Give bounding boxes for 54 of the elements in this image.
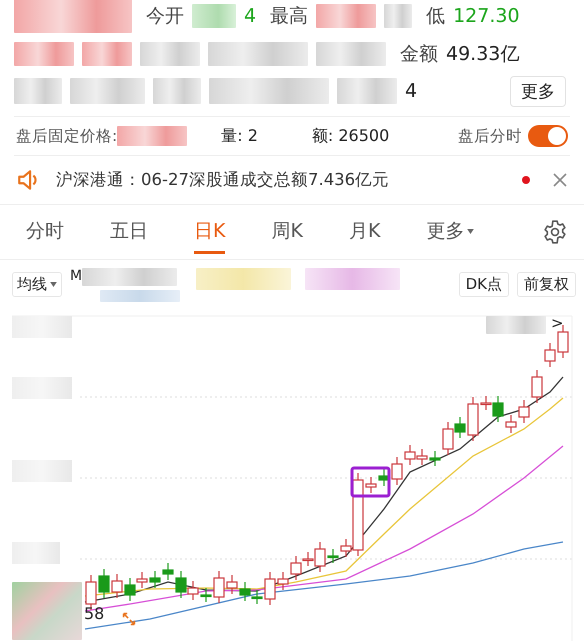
period-tab[interactable]: 月K xyxy=(348,210,380,254)
next-arrow[interactable]: > xyxy=(551,314,564,332)
amount-label: 金额 xyxy=(400,42,438,67)
blurred-block xyxy=(337,78,397,104)
indicator-dropdown[interactable]: 均线 xyxy=(12,272,62,297)
blurred-block xyxy=(117,126,188,146)
after-hours-amount: 额: 26500 xyxy=(312,126,390,146)
amount-value: 49.33亿 xyxy=(446,42,520,67)
period-tab[interactable]: 五日 xyxy=(110,210,148,254)
candlestick xyxy=(98,569,110,598)
candlestick xyxy=(404,445,416,465)
open-value: 4 xyxy=(244,5,256,27)
period-tab[interactable]: 分时 xyxy=(26,210,64,254)
blurred-block xyxy=(486,316,546,334)
more-button[interactable]: 更多 xyxy=(510,76,566,106)
candlestick xyxy=(416,449,428,465)
high-label: 最高 xyxy=(270,4,308,29)
candlestick xyxy=(149,571,161,588)
blurred-block xyxy=(140,42,200,66)
period-tab[interactable]: 周K xyxy=(271,210,303,254)
open-label: 今开 xyxy=(146,4,184,29)
price-adjust-button[interactable]: 前复权 xyxy=(517,272,576,297)
after-hours-intraday-label: 盘后分时 xyxy=(458,126,522,146)
more-tab[interactable]: 更多 xyxy=(426,210,474,254)
expand-icon[interactable] xyxy=(120,610,138,628)
candlestick xyxy=(544,343,556,367)
caret-icon xyxy=(50,282,57,287)
settings-icon[interactable] xyxy=(542,219,568,245)
notice-text[interactable]: 沪深港通：06-27深股通成交总额7.436亿元 xyxy=(56,169,390,191)
blurred-block xyxy=(384,4,412,28)
caret-icon xyxy=(467,228,474,234)
candlestick xyxy=(187,581,199,600)
blurred-block xyxy=(153,78,201,104)
candlestick xyxy=(111,574,123,598)
period-tab[interactable]: 日K xyxy=(194,210,226,254)
low-value: 127.30 xyxy=(453,5,520,27)
after-hours-volume: 量: 2 xyxy=(221,126,258,146)
blurred-block xyxy=(82,42,132,66)
candlestick xyxy=(239,582,251,601)
highlight-box xyxy=(350,466,390,498)
intraday-toggle[interactable] xyxy=(528,125,568,147)
stat-value: 4 xyxy=(405,80,418,102)
dk-point-button[interactable]: DK点 xyxy=(458,272,509,297)
blurred-block xyxy=(12,582,82,640)
close-icon[interactable] xyxy=(552,172,568,188)
low-label: 低 xyxy=(426,4,446,29)
legend-label: M xyxy=(70,268,82,284)
blurred-block xyxy=(192,4,236,28)
blurred-block xyxy=(14,78,62,104)
price-label: 58 xyxy=(84,604,104,623)
after-hours-price-label: 盘后固定价格: xyxy=(16,126,118,146)
blurred-block xyxy=(316,42,386,66)
blurred-block xyxy=(316,4,376,28)
blurred-block xyxy=(14,42,74,66)
